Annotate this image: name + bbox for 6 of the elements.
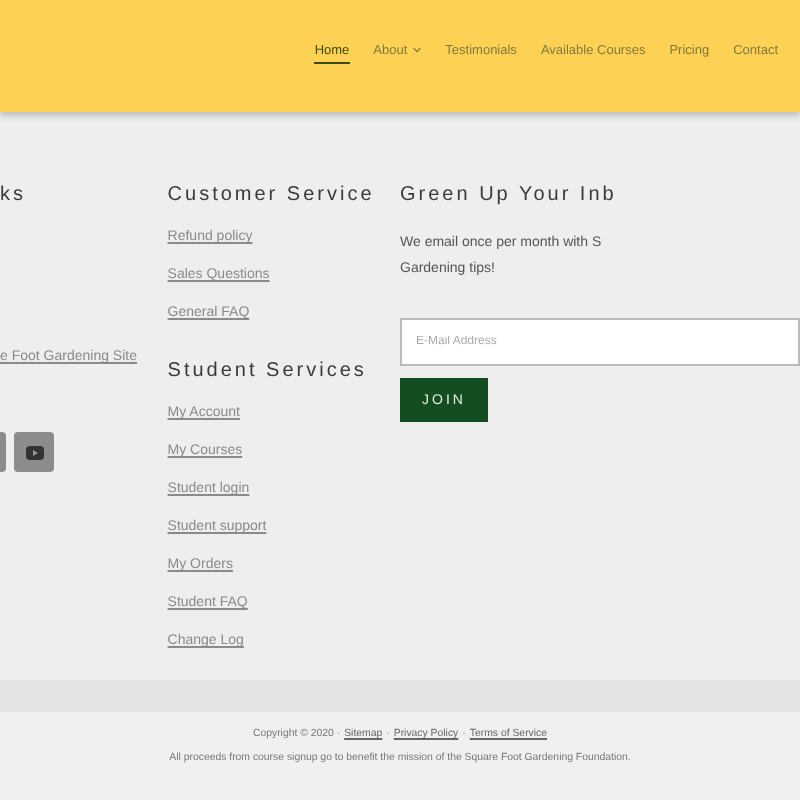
video-play-icon [25, 445, 43, 459]
social-button[interactable] [14, 432, 54, 472]
column-heading: Customer Service [167, 184, 375, 206]
column-heading: Green Up Your Inb [400, 184, 617, 206]
column-heading: Student Services [167, 360, 367, 382]
column-heading: ks [0, 184, 26, 206]
